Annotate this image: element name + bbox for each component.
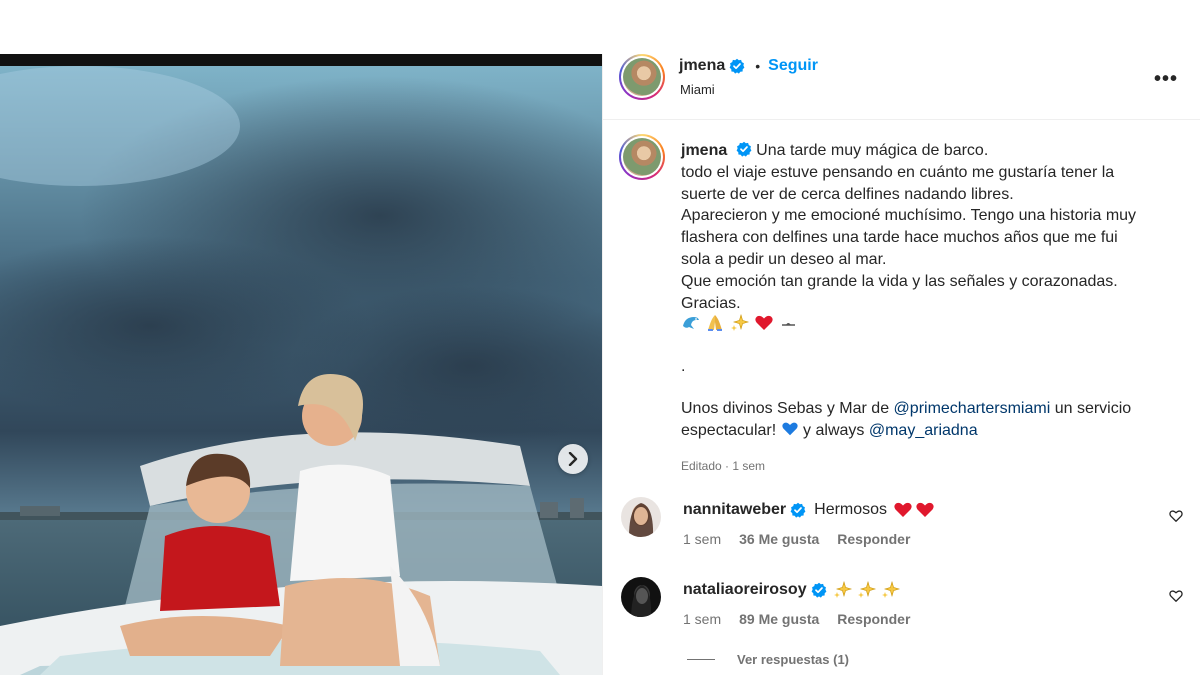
caption-edited-time: Editado · 1 sem: [681, 458, 766, 473]
verified-badge-icon: [790, 502, 806, 518]
view-replies-label: Ver respuestas (1): [737, 652, 850, 667]
post-author: jmena • Seguir: [679, 57, 818, 75]
reply-button[interactable]: Responder: [837, 611, 910, 627]
caption-line: sola a pedir un deseo al mar.: [681, 250, 887, 268]
caption-line: Unos divinos Sebas y Mar de @primecharte…: [681, 398, 1181, 420]
comment-content: nannitaweber Hermosos: [683, 501, 935, 519]
caption-text-fragment: y always: [798, 421, 869, 439]
red-heart-icon: [894, 502, 912, 517]
caption-line: Gracias.: [681, 294, 741, 312]
post-photo: [0, 54, 602, 675]
chevron-right-icon: [568, 452, 578, 466]
comment-avatar[interactable]: [621, 497, 661, 537]
post-header: jmena • Seguir Miami •••: [603, 54, 1200, 120]
caption-username[interactable]: jmena: [681, 142, 727, 159]
boat-photo: [0, 66, 602, 675]
caption-line: espectacular! y always @may_ariadna: [681, 420, 1181, 442]
post-sidebar: jmena • Seguir Miami ••• jmena Una tarde…: [602, 54, 1200, 675]
dolphin-icon: [683, 317, 699, 330]
comment-likes[interactable]: 36 Me gusta: [739, 531, 819, 547]
caption-line: suerte de ver de cerca delfines nadando …: [681, 185, 1014, 203]
comment-username[interactable]: nataliaoreirosoy: [683, 581, 807, 599]
reply-button[interactable]: Responder: [837, 531, 910, 547]
caption-line: Aparecieron y me emocioné muchísimo. Ten…: [681, 207, 1137, 225]
comment-username[interactable]: nannitaweber: [683, 501, 786, 519]
view-replies-button[interactable]: Ver respuestas (1): [687, 652, 849, 667]
comment-item: nannitaweber Hermosos 1 sem 36 Me gusta …: [621, 497, 1183, 557]
replies-divider: [687, 659, 715, 660]
caption-line: .: [681, 358, 686, 376]
red-heart-icon: [755, 316, 773, 331]
sparkles-icon: [833, 581, 852, 598]
verified-badge-icon: [811, 582, 827, 598]
next-photo-button[interactable]: [558, 444, 588, 474]
comment-likes[interactable]: 89 Me gusta: [739, 611, 819, 627]
caption-line: Que emoción tan grande la vida y las señ…: [681, 272, 1118, 290]
more-options-icon[interactable]: •••: [1154, 68, 1178, 91]
ocean-horizon-icon: [781, 323, 795, 327]
caption-emojis: [681, 314, 1181, 336]
sparkles-icon: [730, 314, 749, 332]
follow-button[interactable]: Seguir: [768, 57, 818, 75]
caption-line: Una tarde muy mágica de barco.: [756, 142, 989, 159]
avatar[interactable]: [619, 54, 665, 100]
like-comment-icon[interactable]: [1169, 589, 1183, 603]
comment-content: nataliaoreirosoy: [683, 581, 901, 599]
comment-meta: 1 sem 89 Me gusta Responder: [683, 611, 928, 627]
comment-meta: 1 sem 36 Me gusta Responder: [683, 531, 928, 547]
comment-item: nataliaoreirosoy 1 sem 89 Me gusta Respo…: [621, 577, 1183, 637]
caption-line: todo el viaje estuve pensando en cuánto …: [681, 163, 1115, 181]
sparkles-icon: [857, 581, 876, 598]
like-comment-icon[interactable]: [1169, 509, 1183, 523]
folded-hands-icon: [708, 315, 723, 332]
photo-top-border: [0, 54, 602, 66]
mention-link[interactable]: @primechartersmiami: [894, 400, 1051, 417]
comment-time: 1 sem: [683, 611, 722, 627]
comment-avatar[interactable]: [621, 577, 661, 617]
mention-link[interactable]: @may_ariadna: [869, 422, 978, 439]
post-location[interactable]: Miami: [680, 82, 715, 97]
caption-text-fragment: Unos divinos Sebas y Mar de: [681, 400, 894, 418]
verified-badge-icon: [736, 141, 752, 157]
author-username[interactable]: jmena: [679, 57, 725, 75]
caption-text-fragment: espectacular!: [681, 421, 781, 439]
blue-heart-icon: [781, 422, 798, 436]
verified-badge-icon: [729, 58, 745, 74]
caption-text: jmena Una tarde muy mágica de barco. tod…: [681, 140, 1181, 478]
caption-avatar[interactable]: [619, 134, 665, 180]
caption-line: flashera con delfines una tarde hace muc…: [681, 229, 1118, 247]
separator-dot: •: [755, 58, 761, 74]
caption-text-fragment: un servicio: [1050, 400, 1132, 418]
sparkles-icon: [881, 581, 900, 598]
red-heart-icon: [916, 502, 934, 517]
comment-text: Hermosos: [814, 501, 888, 518]
comment-time: 1 sem: [683, 531, 722, 547]
